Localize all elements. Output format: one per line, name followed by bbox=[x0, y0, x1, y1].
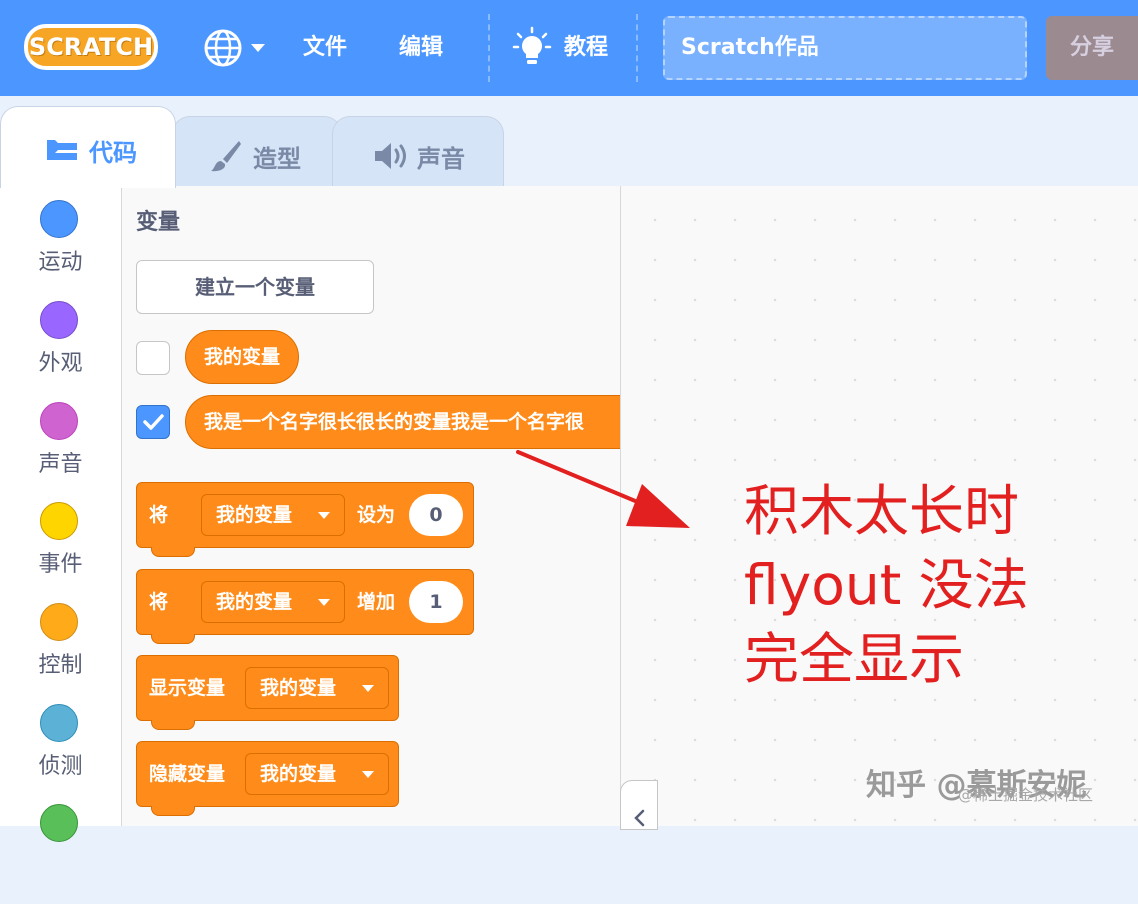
variable-dropdown[interactable]: 我的变量 bbox=[201, 494, 345, 536]
long-variable-reporter-block[interactable]: 我是一个名字很长很长的变量我是一个名字很 bbox=[185, 395, 620, 449]
tab-label: 声音 bbox=[417, 145, 465, 173]
annotation-text: 积木太长时 flyout 没法 完全显示 bbox=[744, 474, 1029, 696]
chevron-down-icon[interactable] bbox=[250, 42, 266, 54]
category-label: 侦测 bbox=[38, 754, 83, 779]
globe-icon[interactable] bbox=[203, 28, 243, 68]
variable-checkbox-checked[interactable] bbox=[136, 405, 170, 439]
flyout-category-title: 变量 bbox=[136, 210, 181, 235]
watermark-sub: @稀土掘金技术社区 bbox=[958, 786, 1094, 804]
variable-dropdown[interactable]: 我的变量 bbox=[245, 753, 389, 795]
caret-down-icon bbox=[362, 685, 374, 692]
category-label: 声音 bbox=[38, 452, 83, 477]
block-text: 将 bbox=[149, 591, 169, 613]
scratch-logo[interactable]: SCRATCH bbox=[24, 24, 158, 70]
category-control[interactable]: 控制 bbox=[0, 603, 121, 703]
annotation-line: 完全显示 bbox=[744, 627, 965, 691]
paintbrush-icon bbox=[211, 141, 241, 172]
block-text: 显示变量 bbox=[149, 677, 226, 699]
category-label: 事件 bbox=[38, 552, 83, 577]
category-sensing[interactable]: 侦测 bbox=[0, 704, 121, 804]
caret-down-icon bbox=[318, 599, 330, 606]
block-notch bbox=[151, 634, 195, 644]
speaker-icon bbox=[375, 143, 406, 169]
category-dot bbox=[40, 301, 78, 339]
hide-variable-block[interactable]: 隐藏变量 我的变量 bbox=[136, 741, 399, 816]
category-dot bbox=[40, 804, 78, 842]
edit-menu[interactable]: 编辑 bbox=[399, 32, 443, 64]
dropdown-value: 我的变量 bbox=[260, 763, 337, 785]
variable-reporter-block[interactable]: 我的变量 bbox=[185, 330, 300, 384]
category-looks[interactable]: 外观 bbox=[0, 301, 121, 401]
tab-label: 造型 bbox=[253, 145, 301, 173]
variable-dropdown[interactable]: 我的变量 bbox=[245, 667, 389, 709]
block-text: 增加 bbox=[357, 591, 396, 613]
menu-divider bbox=[488, 14, 490, 82]
set-variable-block[interactable]: 将 我的变量 设为 0 bbox=[136, 482, 474, 557]
category-events[interactable]: 事件 bbox=[0, 502, 121, 602]
annotation-line: 积木太长时 bbox=[744, 479, 1020, 543]
dropdown-value: 我的变量 bbox=[216, 504, 293, 526]
show-variable-block[interactable]: 显示变量 我的变量 bbox=[136, 655, 399, 730]
block-notch bbox=[151, 806, 195, 816]
value-input[interactable]: 0 bbox=[409, 494, 463, 536]
menu-divider bbox=[636, 14, 638, 82]
tab-label: 代码 bbox=[89, 139, 137, 167]
block-notch bbox=[151, 720, 195, 730]
block-text: 隐藏变量 bbox=[149, 763, 226, 785]
tab-sounds[interactable]: 声音 bbox=[332, 116, 504, 188]
variable-checkbox[interactable] bbox=[136, 341, 170, 375]
project-title-input[interactable]: Scratch作品 bbox=[663, 16, 1027, 80]
value-input[interactable]: 1 bbox=[409, 581, 463, 623]
tab-costumes[interactable]: 造型 bbox=[172, 116, 342, 188]
category-motion[interactable]: 运动 bbox=[0, 200, 121, 300]
share-button[interactable]: 分享 bbox=[1046, 16, 1138, 80]
file-menu[interactable]: 文件 bbox=[303, 32, 347, 64]
menu-bar: SCRATCH 文件 编辑 教程 Scratch作品 分享 bbox=[0, 0, 1138, 96]
category-dot bbox=[40, 704, 78, 742]
change-variable-block[interactable]: 将 我的变量 增加 1 bbox=[136, 569, 474, 644]
caret-down-icon bbox=[362, 771, 374, 778]
collapse-button[interactable] bbox=[620, 780, 658, 830]
tutorials-menu[interactable]: 教程 bbox=[564, 32, 608, 64]
category-dot bbox=[40, 502, 78, 540]
dropdown-value: 我的变量 bbox=[260, 677, 337, 699]
category-label: 控制 bbox=[38, 653, 83, 678]
chevron-left-icon bbox=[634, 809, 645, 827]
category-menu: 运动 外观 声音 事件 控制 侦测 bbox=[0, 186, 122, 842]
category-label: 外观 bbox=[38, 351, 83, 376]
checkmark-icon bbox=[143, 414, 164, 430]
variable-dropdown[interactable]: 我的变量 bbox=[201, 581, 345, 623]
block-notch bbox=[151, 547, 195, 557]
block-text: 设为 bbox=[357, 504, 396, 526]
annotation-arrow-icon bbox=[516, 450, 690, 528]
annotation-line: flyout 没法 bbox=[744, 553, 1029, 617]
block-text: 将 bbox=[149, 504, 169, 526]
category-operators[interactable] bbox=[0, 804, 121, 904]
category-dot bbox=[40, 603, 78, 641]
category-sound[interactable]: 声音 bbox=[0, 402, 121, 502]
tab-code[interactable]: 代码 bbox=[0, 106, 176, 188]
category-dot bbox=[40, 200, 78, 238]
code-icon bbox=[47, 140, 77, 160]
dropdown-value: 我的变量 bbox=[216, 591, 293, 613]
category-label: 运动 bbox=[38, 250, 83, 275]
make-variable-button[interactable]: 建立一个变量 bbox=[136, 260, 374, 314]
lightbulb-icon[interactable] bbox=[512, 26, 552, 68]
caret-down-icon bbox=[318, 512, 330, 519]
category-dot bbox=[40, 402, 78, 440]
